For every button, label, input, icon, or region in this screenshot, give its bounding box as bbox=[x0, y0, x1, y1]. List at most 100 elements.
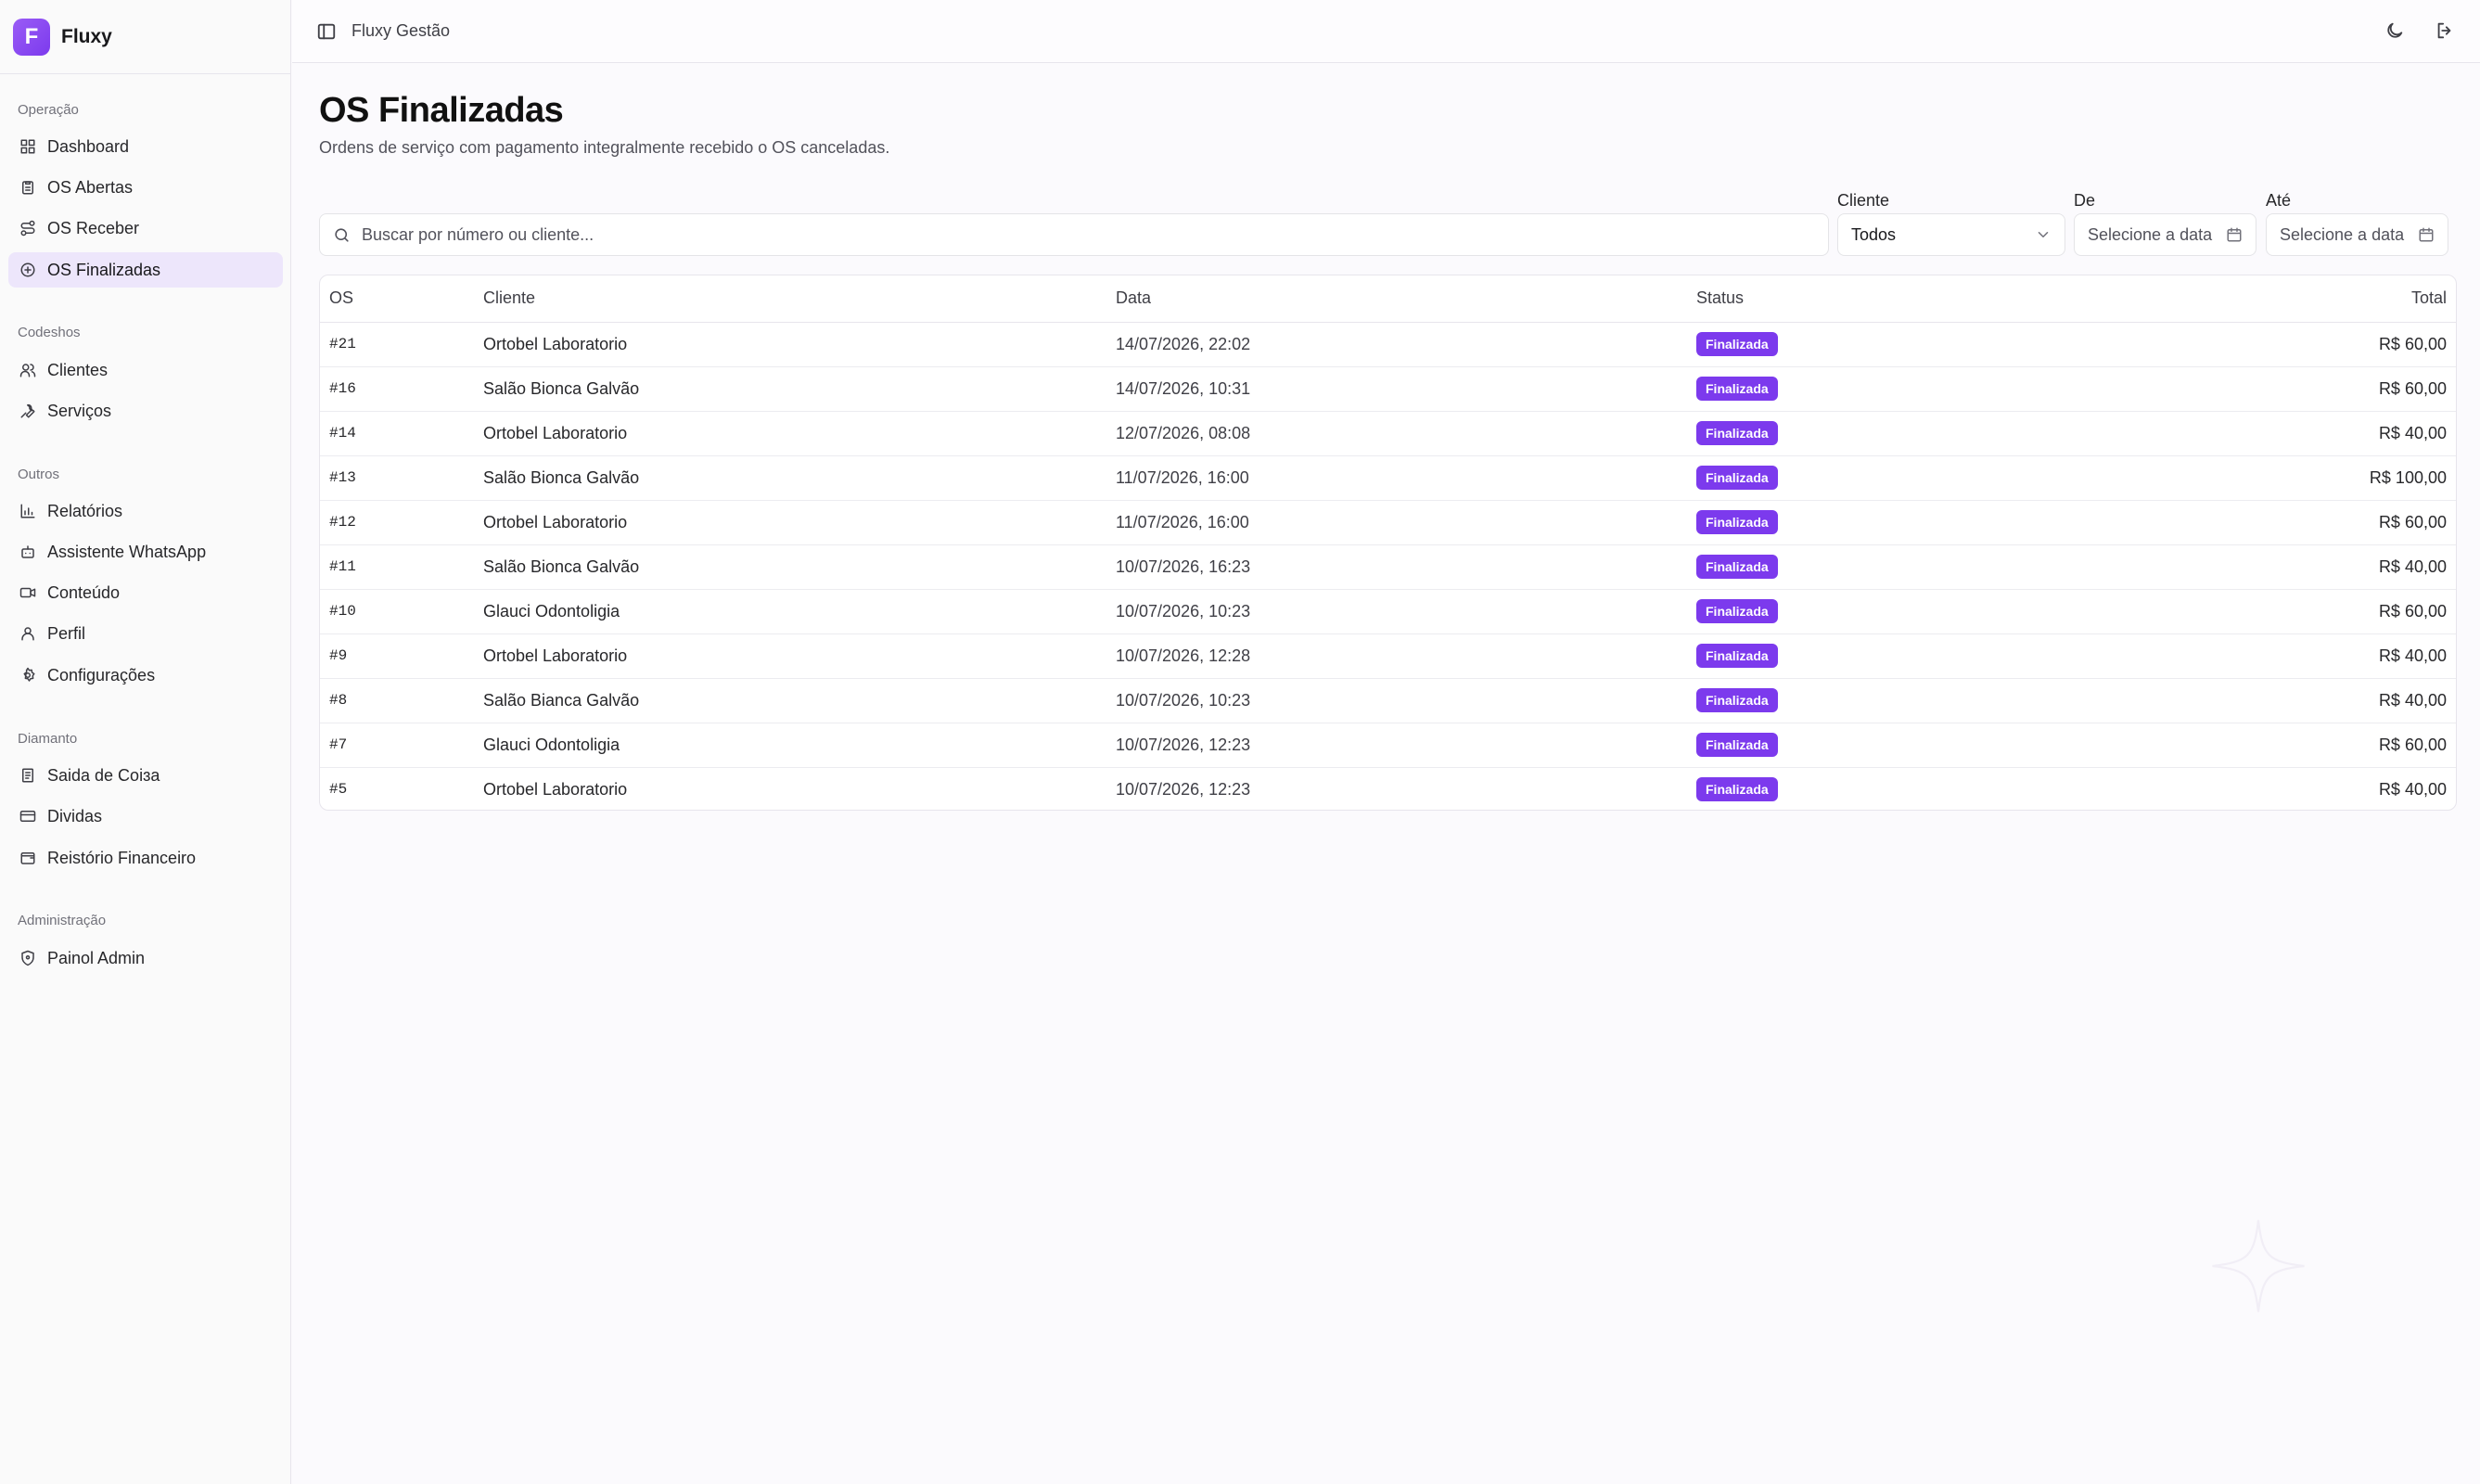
sidebar-item-os-abertas[interactable]: OS Abertas bbox=[8, 170, 283, 205]
calendar-icon bbox=[2227, 227, 2242, 242]
column-header-os[interactable]: OS bbox=[320, 275, 483, 323]
cliente-select[interactable]: Todos bbox=[1837, 213, 2065, 256]
sidebar-item-painel-admin[interactable]: Painol Admin bbox=[8, 940, 283, 976]
sidebar-item-relatorios[interactable]: Relatórios bbox=[8, 493, 283, 529]
search-input[interactable] bbox=[362, 224, 1753, 245]
sidebar-item-relatorio-financeiro[interactable]: Reistório Financeiro bbox=[8, 840, 283, 876]
cliente-select-value: Todos bbox=[1851, 224, 1897, 244]
os-number: #16 bbox=[320, 366, 483, 412]
users-icon bbox=[19, 362, 36, 378]
ate-date-picker[interactable]: Selecione a data bbox=[2266, 213, 2448, 256]
dashboard-icon bbox=[19, 138, 36, 155]
video-icon bbox=[19, 584, 36, 601]
os-total: R$ 40,00 bbox=[2378, 779, 2447, 799]
cliente-name: Ortobel Laboratorio bbox=[483, 411, 1116, 456]
brand[interactable]: F Fluxy bbox=[0, 0, 290, 74]
os-date: 11/07/2026, 16:00 bbox=[1116, 455, 1696, 501]
sidebar-item-label: Saida de Coiɜa bbox=[47, 765, 160, 785]
os-number: #9 bbox=[320, 633, 483, 679]
app-title: Fluxy Gestão bbox=[352, 21, 451, 40]
sidebar-item-assistente-whatsapp[interactable]: Assistente WhatsApp bbox=[8, 534, 283, 569]
sidebar-item-os-finalizadas[interactable]: OS Finalizadas bbox=[8, 252, 283, 288]
de-date-picker[interactable]: Selecione a data bbox=[2074, 213, 2256, 256]
table-row[interactable]: #14 Ortobel Laboratorio 12/07/2026, 08:08 F… bbox=[320, 411, 2456, 456]
status-badge: Finalizada bbox=[1696, 688, 1778, 712]
status-badge: Finalizada bbox=[1696, 421, 1778, 445]
bot-icon bbox=[19, 544, 36, 560]
nav-group-label: Administração bbox=[18, 913, 107, 928]
cliente-name: Salão Bionca Galvão bbox=[483, 455, 1116, 501]
page-subtitle: Ordens de serviço com pagamento integral… bbox=[319, 138, 890, 157]
os-date: 14/07/2026, 22:02 bbox=[1116, 322, 1696, 367]
os-number: #12 bbox=[320, 500, 483, 545]
table-row[interactable]: #5 Ortobel Laboratorio 10/07/2026, 12:23 Fi… bbox=[320, 767, 2456, 810]
page-title: OS Finalizadas bbox=[319, 91, 564, 130]
theme-toggle-icon[interactable] bbox=[2384, 20, 2407, 43]
sidebar-item-label: Clientes bbox=[47, 360, 109, 379]
shield-icon bbox=[19, 950, 36, 966]
sidebar-item-dashboard[interactable]: Dashboard bbox=[8, 129, 283, 164]
sidebar-item-clientes[interactable]: Clientes bbox=[8, 352, 283, 388]
os-number: #11 bbox=[320, 544, 483, 590]
sidebar-item-servicos[interactable]: Serviços bbox=[8, 393, 283, 429]
table-row[interactable]: #12 Ortobel Laboratorio 11/07/2026, 16:00 F… bbox=[320, 500, 2456, 545]
cliente-name: Salão Bianca Galvão bbox=[483, 678, 1116, 723]
sidebar: F Fluxy Operação Dashboard OS Abertas OS… bbox=[0, 0, 291, 1484]
status-badge: Finalizada bbox=[1696, 510, 1778, 534]
os-total: R$ 60,00 bbox=[2216, 366, 2456, 412]
table-header-row: OS Cliente Data Status Total bbox=[320, 275, 2456, 323]
sidebar-item-configuracoes[interactable]: Configurações bbox=[8, 658, 283, 693]
table-row[interactable]: #9 Ortobel Laboratorio 10/07/2026, 12:28 Fi… bbox=[320, 633, 2456, 679]
logout-icon[interactable] bbox=[2435, 20, 2457, 43]
status-cell: Finalizada bbox=[1696, 411, 2216, 456]
os-table: OS Cliente Data Status Total #21 Ortobel … bbox=[319, 275, 2457, 811]
os-total: R$ 60,00 bbox=[2216, 322, 2456, 367]
table-row[interactable]: #7 Glauci Odontoligia 10/07/2026, 12:23 Fin… bbox=[320, 723, 2456, 768]
column-header-cliente[interactable]: Cliente bbox=[483, 275, 1116, 323]
chevron-down-icon bbox=[2038, 232, 2049, 237]
table-row[interactable]: #11 Salão Bionca Galvão 10/07/2026, 16:23 F… bbox=[320, 544, 2456, 590]
table-row[interactable]: #13 Salão Bionca Galvão 11/07/2026, 16:00 F… bbox=[320, 455, 2456, 501]
os-number: #10 bbox=[320, 589, 483, 634]
de-filter-label: De bbox=[2074, 191, 2096, 210]
sidebar-item-conteudo[interactable]: Conteúdo bbox=[8, 575, 283, 610]
status-badge: Finalizada bbox=[1696, 466, 1778, 490]
column-header-total[interactable]: Total bbox=[2216, 275, 2456, 323]
user-icon bbox=[19, 625, 36, 642]
column-header-status[interactable]: Status bbox=[1696, 275, 2216, 323]
receipt-icon bbox=[19, 767, 36, 784]
os-total: R$ 40,00 bbox=[2216, 678, 2456, 723]
search-icon bbox=[335, 227, 349, 242]
cliente-filter-label: Cliente bbox=[1837, 191, 1890, 210]
table-row[interactable]: #16 Salão Bionca Galvão 14/07/2026, 10:31 F… bbox=[320, 366, 2456, 412]
os-total: R$ 60,00 bbox=[2216, 500, 2456, 545]
cliente-name: Glauci Odontoligia bbox=[483, 723, 1116, 768]
os-total: R$ 60,00 bbox=[2216, 723, 2456, 768]
nav-group-label: Operação bbox=[18, 102, 79, 118]
cliente-name: Ortobel Laboratorio bbox=[483, 322, 1116, 367]
status-badge: Finalizada bbox=[1696, 733, 1778, 757]
nav-group-label: Diamanto bbox=[18, 731, 78, 747]
sidebar-item-dividas[interactable]: Dividas bbox=[8, 799, 283, 834]
brand-name: Fluxy bbox=[61, 25, 112, 47]
status-badge: Finalizada bbox=[1696, 377, 1778, 401]
cliente-name: Salão Bionca Galvão bbox=[483, 544, 1116, 590]
sidebar-item-saida-de-caixa[interactable]: Saida de Coiɜa bbox=[8, 758, 283, 793]
sidebar-item-perfil[interactable]: Perfil bbox=[8, 616, 283, 651]
clipboard-icon bbox=[19, 179, 36, 196]
search-field[interactable] bbox=[319, 213, 1829, 256]
wallet-icon bbox=[19, 850, 36, 866]
os-number: #8 bbox=[320, 678, 483, 723]
table-row[interactable]: #8 Salão Bianca Galvão 10/07/2026, 10:23 Fi… bbox=[320, 678, 2456, 723]
sidebar-item-label: OS Receber bbox=[47, 218, 140, 237]
status-cell: Finalizada bbox=[1696, 678, 2216, 723]
sidebar-item-label: Conteúdo bbox=[47, 582, 121, 602]
table-row[interactable]: #21 Ortobel Laboratorio 14/07/2026, 22:02 F… bbox=[320, 322, 2456, 367]
os-date: 10/07/2026, 10:23 bbox=[1116, 589, 1696, 634]
column-header-data[interactable]: Data bbox=[1116, 275, 1696, 323]
table-row[interactable]: #10 Glauci Odontoligia 10/07/2026, 10:23 Fi… bbox=[320, 589, 2456, 634]
sidebar-item-os-receber[interactable]: OS Receber bbox=[8, 211, 283, 246]
status-cell: Finalizada bbox=[1696, 633, 2216, 679]
sidebar-item-label: Configurações bbox=[47, 665, 156, 684]
sidebar-toggle-icon[interactable] bbox=[316, 21, 337, 42]
